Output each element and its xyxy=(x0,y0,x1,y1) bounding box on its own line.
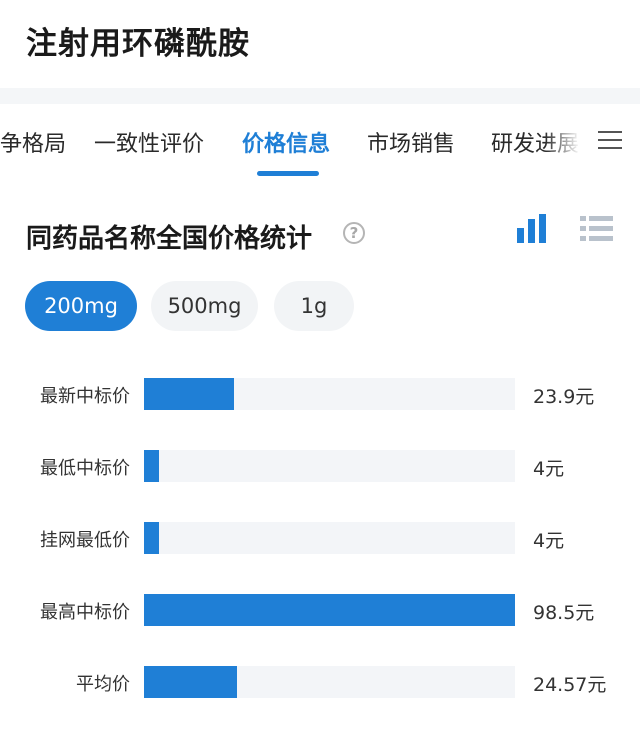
tab-competition[interactable]: 竞争格局 xyxy=(0,126,66,158)
bar-track xyxy=(144,378,515,410)
bar-label: 最低中标价 xyxy=(40,458,130,479)
section-divider xyxy=(0,88,640,104)
bar-track xyxy=(144,450,515,482)
spec-200mg-button[interactable]: 200mg xyxy=(25,281,137,331)
bar xyxy=(144,378,235,410)
bar-label: 最新中标价 xyxy=(40,386,130,407)
spec-1g-button[interactable]: 1g xyxy=(274,281,354,331)
bar xyxy=(144,594,515,626)
bar-label: 平均价 xyxy=(76,674,130,695)
tab-overflow-fade xyxy=(545,104,595,176)
section-title: 同药品名称全国价格统计 xyxy=(26,224,313,254)
list-view-icon[interactable] xyxy=(580,214,614,244)
spec-500mg-button[interactable]: 500mg xyxy=(151,281,258,331)
bar xyxy=(144,666,237,698)
bar-track xyxy=(144,594,515,626)
bar-value-label: 23.9元 xyxy=(533,386,595,408)
bar-label: 挂网最低价 xyxy=(40,530,130,551)
bar-track xyxy=(144,666,515,698)
page-title: 注射用环磷酰胺 xyxy=(26,26,250,62)
bar-chart-icon[interactable] xyxy=(516,214,548,244)
bar xyxy=(144,522,160,554)
tab-market-sales[interactable]: 市场销售 xyxy=(367,126,455,158)
bar-track xyxy=(144,522,515,554)
question-circle-icon[interactable]: ? xyxy=(343,222,365,244)
menu-icon[interactable] xyxy=(598,128,624,152)
bar-value-label: 4元 xyxy=(533,458,565,480)
bar-value-label: 24.57元 xyxy=(533,674,607,696)
bar-value-label: 98.5元 xyxy=(533,602,595,624)
bar-value-label: 4元 xyxy=(533,530,565,552)
active-tab-indicator xyxy=(257,171,319,176)
tab-consistency-evaluation[interactable]: 一致性评价 xyxy=(94,126,204,158)
tab-bar: 竞争格局 一致性评价 价格信息 市场销售 研发进展 xyxy=(0,104,640,176)
bar-label: 最高中标价 xyxy=(40,602,130,623)
bar xyxy=(144,450,160,482)
tab-price-info[interactable]: 价格信息 xyxy=(242,126,330,158)
